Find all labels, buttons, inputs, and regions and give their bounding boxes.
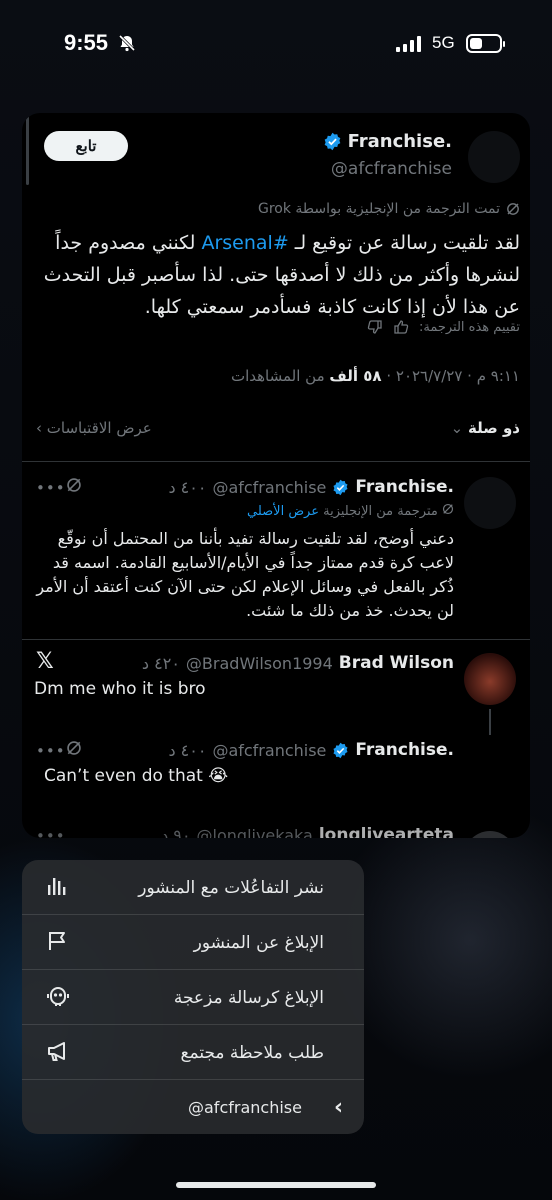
grok-icon[interactable] xyxy=(66,740,82,760)
view-quotes-link[interactable]: ‹ عرض الاقتباسات xyxy=(36,419,152,437)
reply-header: ٤٠٠ د @afcfranchise Franchise. xyxy=(168,477,454,497)
avatar[interactable] xyxy=(464,831,516,838)
x-logo-icon: 𝕏 xyxy=(36,649,54,674)
author-name: Franchise. xyxy=(347,131,452,152)
thread-edge xyxy=(26,115,29,185)
reply-author: Franchise. xyxy=(355,477,454,497)
thumbs-up-icon[interactable] xyxy=(393,319,409,335)
view-quotes-label: عرض الاقتباسات xyxy=(46,419,152,437)
reply-header: ٩٠ د @longlivekaka longlivearteta xyxy=(161,825,454,838)
translation-note-text: تمت الترجمة من الإنجليزية بواسطة Grok xyxy=(257,201,500,217)
menu-item-report-post[interactable]: الإبلاغ عن المنشور xyxy=(22,915,364,970)
more-options-icon[interactable]: ••• xyxy=(36,742,66,760)
reply-time: ٤٠٠ د xyxy=(168,477,207,497)
megaphone-icon xyxy=(46,1040,70,1066)
battery-icon xyxy=(466,34,505,53)
reply-handle: @afcfranchise xyxy=(212,477,327,497)
author-row[interactable]: Franchise. xyxy=(323,131,452,152)
chevron-left-icon: ‹ xyxy=(334,1095,344,1120)
post-timestamp: ٩:١١ م · ٢٠٢٦/٧/٢٧ · xyxy=(381,367,520,385)
menu-item-post-engagements[interactable]: نشر التفاعُلات مع المنشور xyxy=(22,860,364,915)
verified-badge-icon xyxy=(324,132,340,151)
reply-handle: @longlivekaka xyxy=(196,825,313,839)
view-count-suffix: من المشاهدات xyxy=(230,367,330,385)
follow-button[interactable]: تابع xyxy=(44,131,128,161)
reply-time: ٤٠٠ د xyxy=(168,740,207,760)
hashtag-link[interactable]: #Arsenal xyxy=(201,232,288,254)
post-text-part: لقد تلقيت رسالة عن توقيع لـ xyxy=(288,232,520,254)
reply-translated-label: مترجمة من الإنجليزية xyxy=(323,504,438,519)
relevant-dropdown[interactable]: ⌄ ذو صلة xyxy=(451,419,520,437)
network-type: 5G xyxy=(432,33,455,52)
account-row: ‹ @afcfranchise xyxy=(44,1095,343,1120)
show-original-link[interactable]: عرض الأصلي xyxy=(247,504,319,519)
spam-robot-icon xyxy=(46,984,70,1012)
rate-translation-label: تقييم هذه الترجمة: xyxy=(418,319,520,335)
reply-text: دعني أوضح، لقد تلقيت رسالة تفيد بأننا من… xyxy=(36,529,454,620)
author-handle: @afcfranchise xyxy=(330,159,452,179)
avatar[interactable] xyxy=(468,131,520,183)
reply-text: Dm me who it is bro xyxy=(34,679,206,699)
reply-handle: @BradWilson1994 xyxy=(185,653,333,673)
reply-time: ٩٠ د xyxy=(161,825,191,839)
reply-header: ٤٢٠ د @BradWilson1994 Brad Wilson xyxy=(142,653,454,673)
thumbs-down-icon[interactable] xyxy=(367,319,383,335)
verified-badge-icon xyxy=(333,479,348,495)
menu-item-request-note[interactable]: طلب ملاحظة مجتمع xyxy=(22,1025,364,1080)
reply-text: Can’t even do that 😭 xyxy=(44,766,229,786)
reply-author: Franchise. xyxy=(355,740,454,760)
reply-translation-note: مترجمة من الإنجليزية عرض الأصلي xyxy=(247,503,454,519)
post-text: لقد تلقيت رسالة عن توقيع لـ #Arsenal لكن… xyxy=(36,227,520,323)
avatar[interactable] xyxy=(464,653,516,705)
reply-item[interactable]: ٤٢٠ د @BradWilson1994 Brad Wilson 𝕏 Dm m… xyxy=(22,649,530,735)
context-menu: نشر التفاعُلات مع المنشور الإبلاغ عن الم… xyxy=(22,860,364,1134)
view-count: ٥٨ ألف xyxy=(329,367,382,385)
menu-item-label: الإبلاغ كرسالة مزعجة xyxy=(173,987,324,1008)
divider xyxy=(22,639,530,640)
more-options-icon[interactable]: ••• xyxy=(36,827,66,838)
status-time: 9:55 xyxy=(64,30,109,55)
menu-item-label: طلب ملاحظة مجتمع xyxy=(180,1042,324,1063)
cell-signal-icon xyxy=(396,36,422,56)
relevant-label: ذو صلة xyxy=(468,419,520,437)
divider xyxy=(22,461,530,462)
grok-icon[interactable] xyxy=(66,477,82,497)
thread-line xyxy=(489,709,491,735)
more-options-icon[interactable]: ••• xyxy=(36,479,66,497)
bell-muted-icon xyxy=(118,34,136,56)
reply-item[interactable]: ٤٠٠ د @afcfranchise Franchise. ••• مترجم… xyxy=(22,477,530,637)
relevant-quotes-row: ‹ عرض الاقتباسات ⌄ ذو صلة xyxy=(36,419,520,437)
menu-item-account[interactable]: ‹ @afcfranchise xyxy=(22,1080,364,1134)
reply-author: Brad Wilson xyxy=(338,653,454,673)
reply-header: ٤٠٠ د @afcfranchise Franchise. xyxy=(168,740,454,760)
bar-chart-icon xyxy=(46,875,68,901)
account-handle: @afcfranchise xyxy=(188,1098,302,1117)
reply-item[interactable]: ٤٠٠ د @afcfranchise Franchise. ••• Can’t… xyxy=(22,740,530,812)
reply-handle: @afcfranchise xyxy=(212,740,327,760)
rate-translation: تقييم هذه الترجمة: xyxy=(367,319,520,335)
post-meta: ٩:١١ م · ٢٠٢٦/٧/٢٧ · ٥٨ ألف من المشاهدات xyxy=(231,367,520,385)
reply-author: longlivearteta xyxy=(318,825,454,838)
verified-badge-icon xyxy=(333,742,348,758)
flag-icon xyxy=(46,930,68,956)
reply-item[interactable]: ٩٠ د @longlivekaka longlivearteta ••• xyxy=(22,825,530,838)
chevron-down-icon: ⌄ xyxy=(450,419,464,437)
grok-icon xyxy=(507,203,519,215)
status-bar: 9:55 5G xyxy=(0,0,552,92)
avatar[interactable] xyxy=(464,477,516,529)
menu-item-report-spam[interactable]: الإبلاغ كرسالة مزعجة xyxy=(22,970,364,1025)
translation-note: تمت الترجمة من الإنجليزية بواسطة Grok xyxy=(258,201,520,217)
menu-item-label: نشر التفاعُلات مع المنشور xyxy=(138,877,324,898)
menu-item-label: الإبلاغ عن المنشور xyxy=(193,932,324,953)
grok-icon xyxy=(442,503,454,515)
home-indicator[interactable] xyxy=(176,1182,376,1188)
post-card: تابع Franchise. @afcfranchise تمت الترجم… xyxy=(22,113,530,838)
reply-time: ٤٢٠ د xyxy=(141,653,180,673)
